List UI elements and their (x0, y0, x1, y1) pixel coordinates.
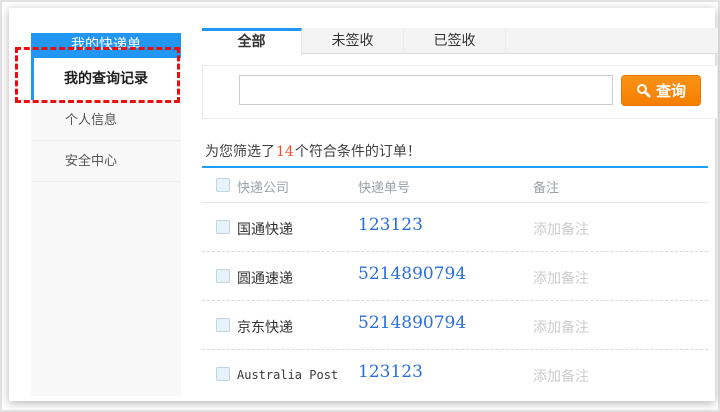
sidebar-title: 我的快递单 (31, 33, 181, 58)
table-row: Australia Post 123123 添加备注 (202, 350, 708, 400)
tab-signed[interactable]: 已签收 (404, 28, 506, 54)
company-name: 京东快递 (237, 317, 293, 337)
search-panel: 查询 (202, 65, 718, 119)
company-name: 圆通速递 (237, 268, 293, 288)
result-summary-prefix: 为您筛选了 (205, 144, 275, 160)
sidebar: 我的快递单 我的查询记录 个人信息 安全中心 (31, 33, 181, 396)
table-header-row: 快递公司 快递单号 备注 (202, 168, 708, 203)
sidebar-item-query-records[interactable]: 我的查询记录 (31, 58, 181, 100)
tracking-number-link[interactable]: 5214890794 (358, 264, 466, 284)
search-button-label: 查询 (656, 80, 686, 101)
row-checkbox[interactable] (216, 318, 230, 332)
row-checkbox[interactable] (216, 220, 230, 234)
search-button[interactable]: 查询 (621, 75, 701, 106)
search-input[interactable] (239, 75, 613, 105)
header-tracking: 快递单号 (358, 177, 410, 196)
sidebar-item-security-center[interactable]: 安全中心 (31, 141, 181, 182)
header-note: 备注 (533, 177, 559, 196)
tracking-number-link[interactable]: 123123 (358, 362, 423, 382)
tab-unsigned[interactable]: 未签收 (302, 28, 404, 54)
table-row: 圆通速递 5214890794 添加备注 (202, 252, 708, 301)
add-note-link[interactable]: 添加备注 (533, 268, 589, 288)
result-count: 14 (275, 144, 295, 160)
table-row: 国通快递 123123 添加备注 (202, 203, 708, 252)
search-icon (636, 83, 651, 98)
result-summary-suffix: 个符合条件的订单！ (295, 144, 421, 160)
sidebar-item-personal-info[interactable]: 个人信息 (31, 100, 181, 141)
tab-all[interactable]: 全部 (202, 28, 302, 55)
add-note-link[interactable]: 添加备注 (533, 317, 589, 337)
company-name: Australia Post (237, 368, 338, 382)
table-row: 京东快递 5214890794 添加备注 (202, 301, 708, 350)
result-summary: 为您筛选了14个符合条件的订单！ (205, 141, 421, 161)
add-note-link[interactable]: 添加备注 (533, 366, 589, 386)
tab-bar: 全部 未签收 已签收 (202, 28, 718, 54)
header-company: 快递公司 (237, 177, 289, 196)
add-note-link[interactable]: 添加备注 (533, 219, 589, 239)
row-checkbox[interactable] (216, 269, 230, 283)
orders-table: 快递公司 快递单号 备注 国通快递 123123 添加备注 圆通速递 52148… (202, 168, 708, 400)
tracking-number-link[interactable]: 123123 (358, 215, 423, 235)
row-checkbox[interactable] (216, 367, 230, 381)
select-all-checkbox[interactable] (216, 178, 230, 192)
company-name: 国通快递 (237, 219, 293, 239)
tracking-number-link[interactable]: 5214890794 (358, 313, 466, 333)
page-card: 我的快递单 我的查询记录 个人信息 安全中心 全部 未签收 已签收 查询 为您筛… (9, 8, 715, 401)
